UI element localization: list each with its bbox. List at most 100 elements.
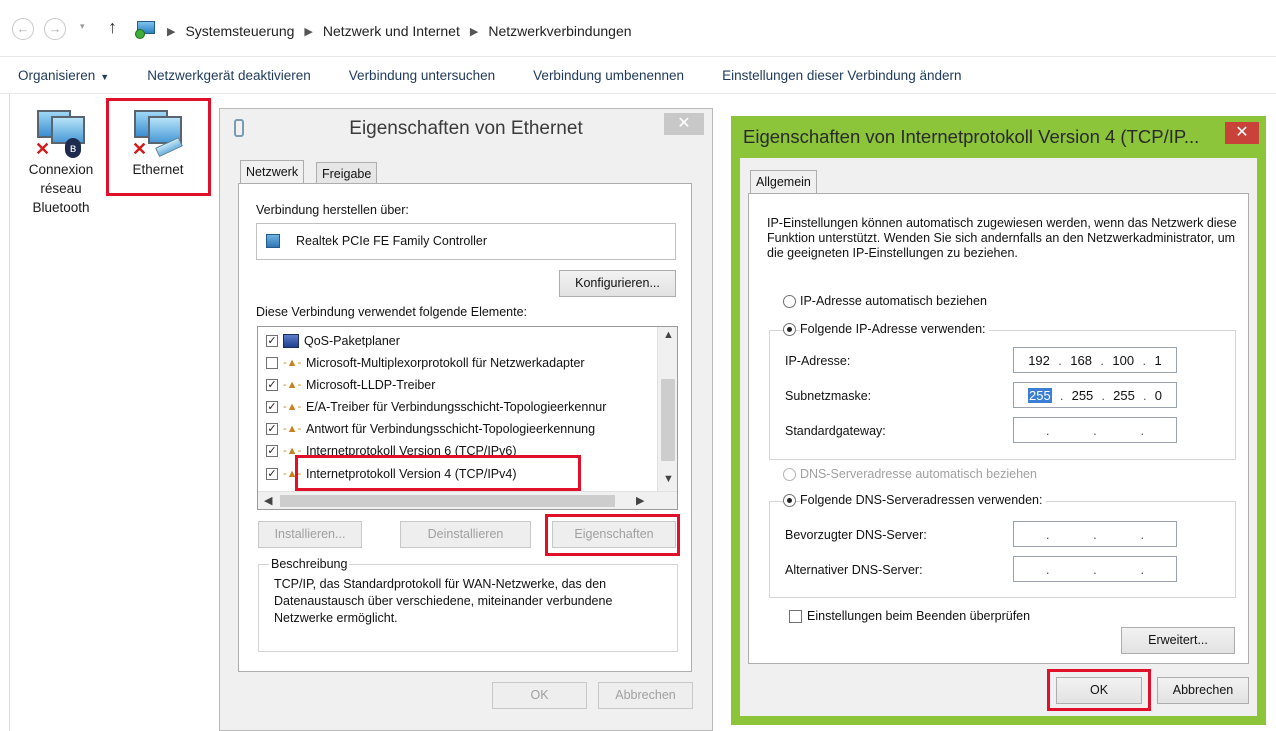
- scroll-thumb[interactable]: [280, 495, 615, 507]
- octet-dot: .: [1093, 422, 1097, 438]
- list-item[interactable]: ✓ -▲- Antwort für Verbindungsschicht-Top…: [266, 418, 595, 440]
- octet-dot: .: [1093, 526, 1097, 542]
- description-text: TCP/IP, das Standardprotokoll für WAN-Ne…: [274, 577, 613, 625]
- rename-connection-button[interactable]: Verbindung umbenennen: [514, 68, 703, 83]
- protocol-icon: -▲-: [283, 379, 302, 391]
- change-settings-button[interactable]: Einstellungen dieser Verbindung ändern: [703, 68, 980, 83]
- uninstall-button[interactable]: Deinstallieren: [400, 521, 531, 548]
- cancel-button[interactable]: Abbrechen: [598, 682, 693, 709]
- highlight-box-ok: [1047, 669, 1151, 711]
- adapter-bluetooth[interactable]: ✕ ʙ Connexion réseau Bluetooth: [18, 108, 104, 217]
- checkbox[interactable]: ✓: [266, 335, 278, 347]
- cancel-button[interactable]: Abbrechen: [1157, 677, 1249, 704]
- tab-sharing[interactable]: Freigabe: [316, 162, 378, 184]
- adapter-label: Connexion: [28, 162, 94, 177]
- breadcrumb-item[interactable]: Systemsteuerung: [185, 23, 294, 39]
- octet-dot: .: [1140, 561, 1145, 577]
- ip-octet: 100: [1112, 352, 1135, 368]
- vertical-scrollbar[interactable]: ▲ ▼: [657, 327, 677, 493]
- address-bar: ← → ▾ ↑ ▶ Systemsteuerung ▶ Netzwerk und…: [0, 0, 1276, 56]
- up-arrow-icon[interactable]: ↑: [108, 17, 117, 38]
- ok-button[interactable]: OK: [492, 682, 587, 709]
- organize-menu[interactable]: Organisieren ▼: [0, 68, 128, 83]
- history-chevron-icon[interactable]: ▾: [80, 21, 85, 32]
- breadcrumb-item[interactable]: Netzwerk und Internet: [323, 23, 460, 39]
- disable-device-button[interactable]: Netzwerkgerät deaktivieren: [128, 68, 330, 83]
- manual-ip-label: Folgende IP-Adresse verwenden:: [800, 322, 989, 336]
- scroll-up-icon[interactable]: ▲: [663, 329, 674, 341]
- list-item[interactable]: -▲- Microsoft-Multiplexorprotokoll für N…: [266, 352, 585, 374]
- protocol-icon: -▲-: [283, 423, 302, 435]
- qos-scheduler-icon: [283, 334, 299, 348]
- intro-text: IP-Einstellungen können automatisch zuge…: [767, 216, 1237, 260]
- subnet-field[interactable]: 255. 255. 255. 0: [1013, 382, 1177, 408]
- preferred-dns-field[interactable]: ...: [1013, 521, 1177, 547]
- list-item-label: E/A-Treiber für Verbindungsschicht-Topol…: [306, 400, 607, 414]
- dialog-title: Eigenschaften von Internetprotokoll Vers…: [743, 126, 1200, 147]
- octet-dot: .: [1140, 422, 1145, 438]
- gateway-field[interactable]: ...: [1013, 417, 1177, 443]
- auto-dns-radio[interactable]: [783, 468, 796, 481]
- scroll-right-icon[interactable]: ▶: [636, 494, 644, 507]
- forward-arrow-icon[interactable]: →: [44, 18, 66, 40]
- highlight-box-ipv4: [295, 455, 581, 491]
- list-item[interactable]: ✓ -▲- E/A-Treiber für Verbindungsschicht…: [266, 396, 606, 418]
- configure-button[interactable]: Konfigurieren...: [559, 270, 676, 297]
- organize-label: Organisieren: [18, 67, 96, 83]
- install-button[interactable]: Installieren...: [258, 521, 362, 548]
- list-item[interactable]: ✓ -▲- Microsoft-LLDP-Treiber: [266, 374, 435, 396]
- tab-general[interactable]: Allgemein: [750, 170, 817, 194]
- checkbox[interactable]: ✓: [266, 379, 278, 391]
- close-icon[interactable]: ✕: [664, 113, 704, 135]
- tab-network[interactable]: Netzwerk: [240, 160, 305, 184]
- octet-dot: .: [1045, 422, 1050, 438]
- advanced-button[interactable]: Erweitert...: [1121, 627, 1235, 654]
- auto-dns-label: DNS-Serveradresse automatisch beziehen: [800, 467, 1037, 481]
- subnet-label: Subnetzmaske:: [785, 389, 872, 403]
- bluetooth-icon: ʙ: [65, 138, 81, 158]
- octet-dot: .: [1101, 387, 1106, 403]
- auto-ip-label: IP-Adresse automatisch beziehen: [800, 294, 987, 308]
- manual-dns-radio[interactable]: [783, 494, 796, 507]
- adapter-field: Realtek PCIe FE Family Controller: [256, 223, 676, 260]
- scroll-down-icon[interactable]: ▼: [663, 473, 674, 485]
- chevron-right-icon: ▶: [167, 25, 176, 38]
- protocol-icon: -▲-: [283, 357, 302, 369]
- close-icon[interactable]: ✕: [1225, 122, 1259, 144]
- dialog-body: Allgemein IP-Einstellungen können automa…: [740, 158, 1257, 716]
- ip-octet: 192: [1028, 352, 1050, 368]
- octet-dot: .: [1142, 352, 1147, 368]
- chevron-down-icon: ▼: [100, 71, 110, 82]
- network-card-icon: [266, 234, 280, 248]
- disconnected-x-icon: ✕: [35, 139, 51, 159]
- breadcrumb-item[interactable]: Netzwerkverbindungen: [488, 23, 631, 39]
- list-item[interactable]: ✓ QoS-Paketplaner: [266, 330, 400, 352]
- alternate-dns-field[interactable]: ...: [1013, 556, 1177, 582]
- manual-ip-radio[interactable]: [783, 323, 796, 336]
- ethernet-properties-dialog: Eigenschaften von Ethernet ✕ Netzwerk Fr…: [219, 108, 713, 731]
- checkbox[interactable]: ✓: [266, 423, 278, 435]
- ip-address-field[interactable]: 192. 168. 100. 1: [1013, 347, 1177, 373]
- checkbox[interactable]: ✓: [266, 468, 278, 480]
- octet-dot: .: [1059, 387, 1064, 403]
- gateway-label: Standardgateway:: [785, 424, 886, 438]
- scroll-thumb[interactable]: [661, 379, 675, 461]
- octet-dot: .: [1093, 561, 1097, 577]
- diagnose-connection-button[interactable]: Verbindung untersuchen: [330, 68, 514, 83]
- validate-checkbox[interactable]: [789, 610, 802, 623]
- back-arrow-icon[interactable]: ←: [12, 18, 34, 40]
- alternate-dns-label: Alternativer DNS-Server:: [785, 563, 923, 577]
- highlight-box-properties: [545, 514, 680, 556]
- dialog-title: Eigenschaften von Ethernet: [349, 118, 583, 139]
- horizontal-scrollbar[interactable]: ◀ ▶: [258, 491, 677, 509]
- checkbox[interactable]: ✓: [266, 401, 278, 413]
- checkbox[interactable]: [266, 357, 278, 369]
- description-title: Beschreibung: [269, 557, 350, 571]
- checkbox[interactable]: ✓: [266, 445, 278, 457]
- octet-dot: .: [1140, 526, 1145, 542]
- ipv4-properties-dialog: Eigenschaften von Internetprotokoll Vers…: [731, 116, 1266, 725]
- chevron-right-icon: ▶: [469, 25, 479, 38]
- scroll-left-icon[interactable]: ◀: [264, 494, 272, 507]
- network-folder-icon: [135, 21, 157, 41]
- auto-ip-radio[interactable]: [783, 295, 796, 308]
